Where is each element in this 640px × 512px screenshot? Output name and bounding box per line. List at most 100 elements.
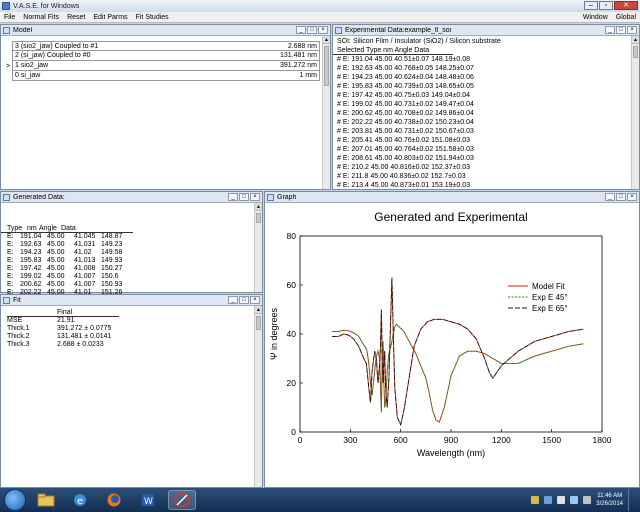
window-close-button[interactable]: × (627, 193, 637, 201)
window-close-button[interactable]: × (250, 296, 260, 304)
experimental-data-row[interactable]: # E: 197.42 45.00 40.75±0.03 149.04±0.04 (333, 91, 639, 100)
scroll-thumb[interactable] (633, 46, 638, 58)
layer-name: 2 (si_jaw) Coupled to #0 (15, 52, 91, 59)
generated-cell: 45.00 (47, 281, 65, 288)
window-minimize-button[interactable]: _ (296, 26, 306, 34)
menu-reset[interactable]: Reset (63, 14, 89, 21)
window-close-button[interactable]: × (250, 193, 260, 201)
generated-data-row[interactable]: E: 191.04 45.00 41.045 148.87 (1, 233, 262, 241)
y-tick-label: 0 (291, 427, 296, 437)
experimental-window-titlebar[interactable]: Experimental Data:example_tl_soi _ □ × (333, 25, 639, 36)
tray-volume-icon[interactable] (583, 496, 592, 504)
experimental-data-row[interactable]: # E: 199.02 45.00 40.731±0.02 149.47±0.0… (333, 100, 639, 109)
folder-icon (37, 493, 55, 507)
fit-param-value: 391.272 ± 0.0775 (57, 325, 112, 332)
model-layer-row[interactable]: 3 (sio2_jaw) Coupled to #1 2.688 nm (4, 41, 320, 51)
taskbar-explorer[interactable] (32, 490, 60, 510)
experimental-data-row[interactable]: # E: 192.63 45.00 40.768±0.05 148.25±0.0… (333, 64, 639, 73)
menu-window[interactable]: Window (579, 14, 612, 21)
x-tick-label: 600 (394, 435, 408, 445)
maximize-button[interactable]: ▫ (599, 1, 613, 10)
scroll-up-arrow[interactable]: ▲ (255, 203, 262, 211)
model-scrollbar[interactable]: ▲ (322, 36, 330, 189)
scroll-thumb[interactable] (256, 213, 261, 223)
internet-explorer-icon: e (74, 494, 86, 507)
scroll-up-arrow[interactable]: ▲ (255, 306, 262, 314)
window-minimize-button[interactable]: _ (228, 296, 238, 304)
tray-app-icon[interactable] (531, 496, 540, 504)
generated-cell: 149.93 (101, 257, 123, 264)
taskbar-word[interactable]: W (134, 490, 162, 510)
window-minimize-button[interactable]: _ (605, 193, 615, 201)
experimental-data-row[interactable]: # E: 191.04 45.00 40.51±0.07 148.19±0.08 (333, 55, 639, 64)
window-minimize-button[interactable]: _ (228, 193, 238, 201)
fit-window-titlebar[interactable]: Fit _ □ × (1, 295, 262, 306)
generated-cell: 149.23 (101, 241, 123, 248)
generated-cell: 200.62 (20, 281, 42, 288)
scroll-up-arrow[interactable]: ▲ (632, 36, 639, 44)
generated-window-titlebar[interactable]: Generated Data: _ □ × (1, 192, 262, 203)
menu-file[interactable]: File (0, 14, 19, 21)
window-maximize-button[interactable]: □ (239, 193, 249, 201)
model-layer-row[interactable]: > 1 sio2_jaw 391.272 nm (4, 61, 320, 71)
show-desktop-button[interactable] (628, 489, 636, 511)
fit-scrollbar[interactable]: ▲ (254, 306, 262, 487)
generated-cell: 45.00 (47, 257, 65, 264)
experimental-data-row[interactable]: # E: 195.83 45.00 40.739±0.03 148.65±0.0… (333, 82, 639, 91)
scroll-thumb[interactable] (324, 46, 329, 86)
window-maximize-button[interactable]: □ (239, 296, 249, 304)
window-maximize-button[interactable]: □ (307, 26, 317, 34)
scroll-thumb[interactable] (256, 316, 261, 330)
graph-window-titlebar[interactable]: Graph _ □ × (265, 192, 639, 203)
start-button[interactable] (4, 489, 26, 511)
experimental-data-row[interactable]: # E: 203.81 45.00 40.731±0.02 150.67±0.0… (333, 127, 639, 136)
generated-data-row[interactable]: E: 194.23 45.00 41.02 149.58 (1, 249, 262, 257)
scroll-up-arrow[interactable]: ▲ (323, 36, 330, 44)
window-close-button[interactable]: × (318, 26, 328, 34)
generated-data-row[interactable]: E: 195.83 45.00 41.013 149.93 (1, 257, 262, 265)
firefox-icon (107, 493, 121, 507)
generated-data-row[interactable]: E: 199.02 45.00 41.007 150.6 (1, 273, 262, 281)
generated-data-row[interactable]: E: 192.63 45.00 41.031 149.23 (1, 241, 262, 249)
y-tick-label: 20 (287, 378, 297, 388)
tray-flag-icon[interactable] (557, 496, 566, 504)
menu-global[interactable]: Global (612, 14, 640, 21)
minimize-button[interactable]: – (584, 1, 598, 10)
generated-scrollbar[interactable]: ▲ (254, 203, 262, 292)
generated-data-row[interactable]: E: 197.42 45.00 41.008 150.27 (1, 265, 262, 273)
window-close-button[interactable]: × (627, 26, 637, 34)
menu-edit-parms[interactable]: Edit Parms (89, 14, 131, 21)
taskbar-firefox[interactable] (100, 490, 128, 510)
experimental-data-row[interactable]: # E: 210.2 45.00 40.816±0.02 152.37±0.03 (333, 163, 639, 172)
generated-data-row[interactable]: E: 200.62 45.00 41.007 150.93 (1, 281, 262, 289)
fit-param-name: Thick.3 (7, 341, 30, 348)
experimental-data-row[interactable]: # E: 202.22 45.00 40.738±0.02 150.23±0.0… (333, 118, 639, 127)
window-maximize-button[interactable]: □ (616, 26, 626, 34)
model-layer-row[interactable]: 0 si_jaw 1 mm (4, 71, 320, 81)
tray-network-icon[interactable] (570, 496, 579, 504)
experimental-data-row[interactable]: # E: 208.61 45.00 40.803±0.02 151.94±0.0… (333, 154, 639, 163)
experimental-data-row[interactable]: # E: 207.01 45.00 40.764±0.02 151.58±0.0… (333, 145, 639, 154)
experimental-data-row[interactable]: # E: 205.41 45.00 40.76±0.02 151.08±0.03 (333, 136, 639, 145)
model-window-titlebar[interactable]: Model _ □ × (1, 25, 330, 36)
taskbar-ie[interactable]: e (66, 490, 94, 510)
clock-time: 11:46 AM (597, 493, 623, 499)
menu-fit-studies[interactable]: Fit Studies (132, 14, 173, 21)
experimental-scrollbar[interactable]: ▲ (631, 36, 639, 189)
fit-row: Thick.1 391.272 ± 0.0775 (7, 325, 262, 333)
window-minimize-button[interactable]: _ (605, 26, 615, 34)
model-layer-row[interactable]: 2 (si_jaw) Coupled to #0 131.481 nm (4, 51, 320, 61)
app-title: V.A.S.E. for Windows (13, 2, 80, 10)
system-clock[interactable]: 11:46 AM 3/26/2014 (596, 492, 623, 508)
window-icon (3, 26, 10, 34)
tray-app-icon[interactable] (544, 496, 553, 504)
layer-thickness: 391.272 nm (280, 62, 317, 69)
window-maximize-button[interactable]: □ (616, 193, 626, 201)
experimental-data-row[interactable]: # E: 194.23 45.00 40.624±0.04 148.48±0.0… (333, 73, 639, 82)
taskbar-vase[interactable] (168, 490, 196, 510)
experimental-data-row[interactable]: # E: 200.62 45.00 40.708±0.02 149.86±0.0… (333, 109, 639, 118)
experimental-data-row[interactable]: # E: 213.4 45.00 40.873±0.01 153.19±0.03 (333, 181, 639, 190)
close-button[interactable]: ✕ (614, 1, 638, 10)
experimental-data-row[interactable]: # E: 211.8 45.00 40.836±0.02 152.7±0.03 (333, 172, 639, 181)
menu-normal-fits[interactable]: Normal Fits (19, 14, 63, 21)
